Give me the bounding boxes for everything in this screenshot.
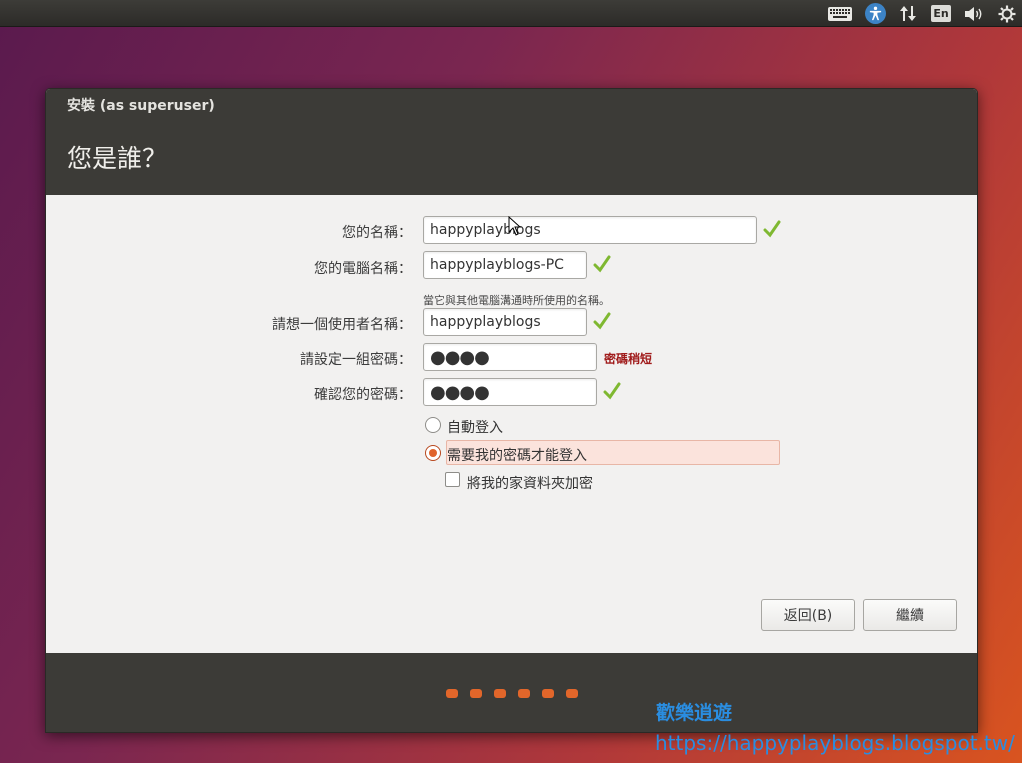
auto-login-radio[interactable] bbox=[425, 417, 441, 433]
watermark-title: 歡樂逍遊 bbox=[656, 702, 733, 724]
power-icon[interactable] bbox=[996, 3, 1018, 24]
accessibility-icon[interactable] bbox=[864, 3, 886, 24]
continue-button[interactable]: 繼續 bbox=[863, 599, 957, 631]
name-valid-check-icon bbox=[763, 220, 781, 238]
keyboard-icon[interactable] bbox=[828, 3, 852, 24]
language-indicator: En bbox=[931, 5, 951, 22]
network-icon[interactable] bbox=[898, 3, 918, 24]
password-dots: ●●●● bbox=[430, 346, 490, 368]
computer-name-label: 您的電腦名稱： bbox=[314, 261, 412, 277]
password-strength-label: 密碼稍短 bbox=[604, 352, 653, 366]
who-are-you-form: 您的名稱： happyplayblogs 您的電腦名稱： happyplaybl… bbox=[46, 195, 977, 653]
computer-name-valid-check-icon bbox=[593, 255, 611, 273]
top-panel: En bbox=[0, 0, 1022, 27]
watermark-url: https://happyplayblogs.blogspot.tw/ bbox=[655, 731, 1015, 755]
mouse-cursor-icon bbox=[508, 216, 522, 236]
progress-step-dot bbox=[542, 689, 554, 698]
confirm-password-label: 確認您的密碼： bbox=[314, 387, 412, 403]
require-password-radio[interactable] bbox=[425, 445, 441, 461]
password-field[interactable]: ●●●● bbox=[423, 343, 597, 371]
username-label: 請想一個使用者名稱： bbox=[272, 317, 412, 333]
progress-step-dot bbox=[470, 689, 482, 698]
name-field[interactable]: happyplayblogs bbox=[423, 216, 757, 244]
auto-login-label[interactable]: 自動登入 bbox=[447, 417, 503, 437]
confirm-password-field[interactable]: ●●●● bbox=[423, 378, 597, 406]
confirm-password-dots: ●●●● bbox=[430, 381, 490, 403]
confirm-valid-check-icon bbox=[603, 382, 621, 400]
back-button[interactable]: 返回(B) bbox=[761, 599, 855, 631]
progress-footer bbox=[46, 653, 977, 732]
encrypt-home-label[interactable]: 將我的家資料夾加密 bbox=[467, 473, 593, 493]
encrypt-home-checkbox[interactable] bbox=[445, 472, 460, 487]
password-label: 請設定一組密碼： bbox=[300, 352, 412, 368]
progress-step-dot bbox=[518, 689, 530, 698]
name-label: 您的名稱： bbox=[342, 225, 412, 241]
volume-icon[interactable] bbox=[962, 3, 986, 24]
require-password-label[interactable]: 需要我的密碼才能登入 bbox=[447, 445, 587, 465]
username-field[interactable]: happyplayblogs bbox=[423, 308, 587, 336]
progress-step-dot bbox=[494, 689, 506, 698]
window-title: 安裝 (as superuser) bbox=[67, 98, 215, 114]
username-valid-check-icon bbox=[593, 312, 611, 330]
window-header: 安裝 (as superuser) 您是誰？ bbox=[46, 89, 977, 195]
installer-window: 安裝 (as superuser) 您是誰？ 您的名稱： happyplaybl… bbox=[45, 88, 978, 733]
computer-name-hint: 當它與其他電腦溝通時所使用的名稱。 bbox=[423, 294, 610, 307]
progress-step-dot bbox=[566, 689, 578, 698]
progress-step-dot bbox=[446, 689, 458, 698]
language-icon[interactable]: En bbox=[930, 3, 952, 24]
computer-name-field[interactable]: happyplayblogs-PC bbox=[423, 251, 587, 279]
page-title: 您是誰？ bbox=[67, 144, 168, 173]
